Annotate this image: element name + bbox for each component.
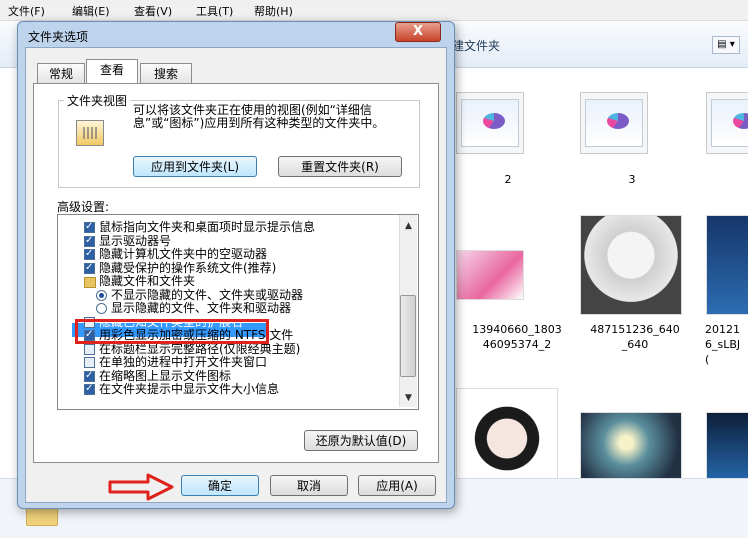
setting-row[interactable]: 不显示隐藏的文件、文件夹或驱动器 — [58, 287, 398, 302]
file-name-487151236: 487151236_640 _640 — [590, 323, 680, 351]
scroll-down-icon[interactable]: ▼ — [405, 393, 412, 403]
file-thumbnail[interactable] — [456, 92, 524, 154]
image-thumbnail-blue[interactable] — [706, 215, 748, 315]
setting-row[interactable]: 在标题栏显示完整路径(仅限经典主题) — [58, 341, 398, 356]
view-options-button[interactable]: ▤ ▾ — [712, 36, 740, 54]
setting-row[interactable]: 显示隐藏的文件、文件夹和驱动器 — [58, 302, 398, 315]
setting-checkbox[interactable] — [84, 382, 95, 395]
menu-bar: 文件(F) 编辑(E) 查看(V) 工具(T) 帮助(H) — [0, 0, 748, 21]
scroll-up-icon[interactable]: ▲ — [405, 221, 412, 231]
setting-label: 隐藏计算机文件夹中的空驱动器 — [99, 247, 268, 261]
folder-views-description: 可以将该文件夹正在使用的视图(例如“详细信息”或“图标”)应用到所有这种类型的文… — [133, 103, 385, 130]
folder-views-title: 文件夹视图 — [64, 92, 131, 109]
setting-row[interactable]: 显示驱动器号 — [58, 233, 398, 248]
setting-label: 在标题栏显示完整路径(仅限经典主题) — [99, 341, 301, 356]
setting-row[interactable]: 隐藏文件和文件夹 — [58, 275, 398, 288]
file-name-2: 2 — [504, 173, 512, 186]
setting-label: 在缩略图上显示文件图标 — [99, 368, 232, 383]
tab-view[interactable]: 查看 — [86, 59, 138, 83]
file-thumbnail-2[interactable] — [580, 92, 648, 154]
annotation-red-box — [75, 319, 269, 344]
menu-edit[interactable]: 编辑(E) — [72, 3, 110, 19]
setting-checkbox[interactable] — [84, 220, 95, 233]
setting-row[interactable]: 隐藏受保护的操作系统文件(推荐) — [58, 260, 398, 275]
image-thumbnail-portrait[interactable] — [456, 388, 558, 480]
setting-label: 鼠标指向文件夹和桌面项时显示提示信息 — [99, 220, 316, 234]
setting-radio[interactable] — [96, 303, 107, 314]
setting-label: 隐藏受保护的操作系统文件(推荐) — [99, 260, 277, 275]
setting-label: 显示驱动器号 — [99, 233, 172, 248]
setting-row[interactable]: 鼠标指向文件夹和桌面项时显示提示信息 — [58, 220, 398, 234]
menu-file[interactable]: 文件(F) — [8, 3, 45, 19]
image-thumbnail-dark-blue[interactable] — [706, 412, 748, 480]
setting-checkbox[interactable] — [84, 369, 95, 382]
new-folder-button[interactable]: 建文件夹 — [452, 37, 500, 54]
setting-checkbox[interactable] — [84, 234, 95, 247]
setting-checkbox[interactable] — [84, 261, 95, 274]
menu-view[interactable]: 查看(V) — [134, 3, 172, 19]
ok-button[interactable]: 确定 — [181, 475, 259, 496]
file-name-3: 3 — [628, 173, 636, 186]
setting-label: 在文件夹提示中显示文件大小信息 — [99, 382, 280, 396]
folder-icon — [84, 277, 96, 288]
setting-label: 在单独的进程中打开文件夹窗口 — [99, 355, 268, 369]
setting-checkbox[interactable] — [84, 357, 95, 368]
tab-general[interactable]: 常规 — [37, 63, 85, 84]
tab-search[interactable]: 搜索 — [140, 63, 192, 84]
setting-checkbox[interactable] — [84, 343, 95, 355]
apply-button[interactable]: 应用(A) — [358, 475, 436, 496]
folder-view-icon — [76, 120, 104, 146]
setting-label: 隐藏文件和文件夹 — [99, 274, 196, 288]
setting-row[interactable]: 在文件夹提示中显示文件大小信息 — [58, 382, 398, 396]
setting-row[interactable]: 在单独的进程中打开文件夹窗口 — [58, 356, 398, 369]
menu-help[interactable]: 帮助(H) — [254, 3, 293, 19]
setting-row[interactable]: 在缩略图上显示文件图标 — [58, 368, 398, 383]
file-thumbnail-3[interactable] — [706, 92, 748, 154]
menu-tools[interactable]: 工具(T) — [196, 3, 233, 19]
setting-radio[interactable] — [96, 289, 107, 301]
annotation-arrow-icon — [108, 473, 174, 501]
setting-checkbox[interactable] — [84, 247, 95, 260]
file-name-13940660: 13940660_1803 46095374_2 — [472, 323, 562, 351]
cancel-button[interactable]: 取消 — [270, 475, 348, 496]
dialog-title: 文件夹选项 — [28, 30, 89, 44]
file-name-20121: 20121 6_sLBJ ( — [705, 323, 741, 366]
reset-folders-button[interactable]: 重置文件夹(R) — [278, 156, 402, 177]
setting-label: 不显示隐藏的文件、文件夹或驱动器 — [111, 287, 304, 302]
setting-row[interactable]: 隐藏计算机文件夹中的空驱动器 — [58, 247, 398, 261]
scroll-thumb[interactable] — [400, 295, 416, 377]
image-thumbnail-girl[interactable] — [580, 215, 682, 315]
setting-label: 显示隐藏的文件、文件夹和驱动器 — [111, 301, 292, 315]
apply-to-folders-button[interactable]: 应用到文件夹(L) — [133, 156, 257, 177]
advanced-settings-label: 高级设置: — [57, 200, 110, 214]
image-thumbnail-hearts[interactable] — [456, 250, 524, 300]
restore-defaults-button[interactable]: 还原为默认值(D) — [304, 430, 418, 451]
advanced-settings-list: 鼠标指向文件夹和桌面项时显示提示信息显示驱动器号隐藏计算机文件夹中的空驱动器隐藏… — [57, 214, 419, 410]
image-thumbnail-bokeh[interactable] — [580, 412, 682, 480]
close-button[interactable]: X — [395, 22, 441, 42]
